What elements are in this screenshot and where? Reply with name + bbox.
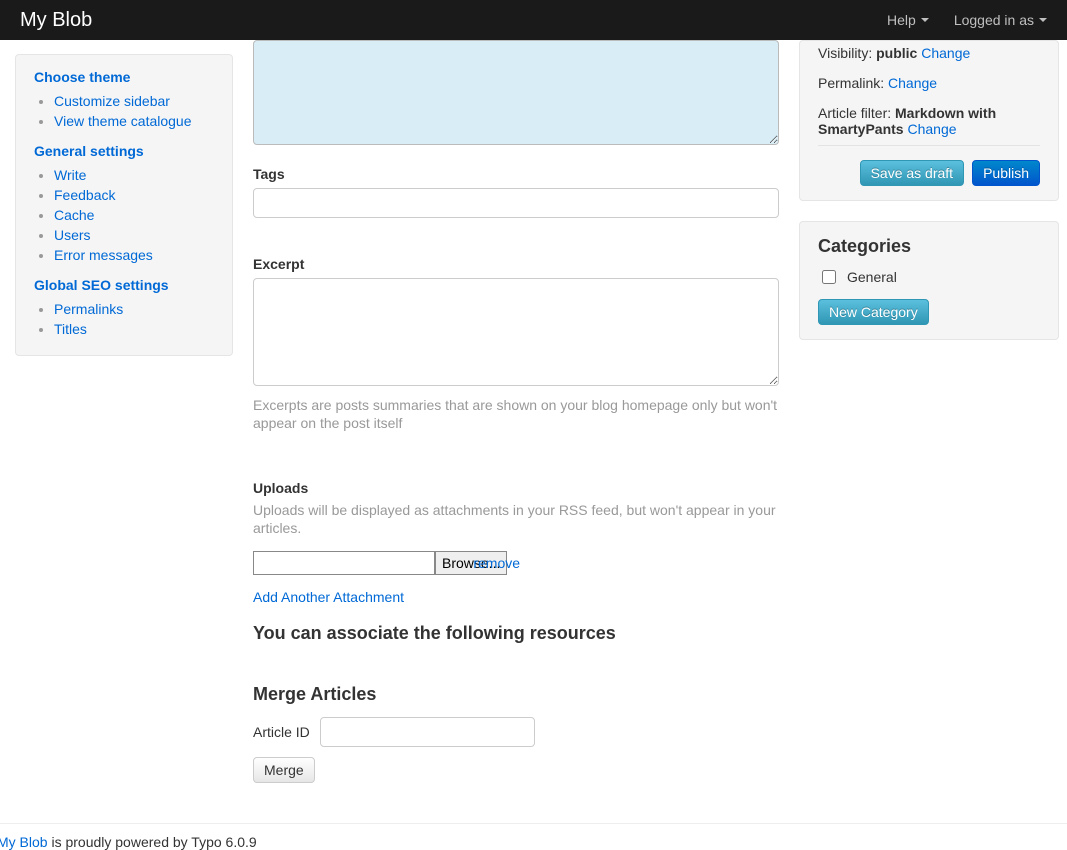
sidebar-link-feedback[interactable]: Feedback (54, 187, 115, 203)
associate-resources-heading: You can associate the following resource… (253, 623, 779, 644)
sidebar-link-cache[interactable]: Cache (54, 207, 94, 223)
sidebar-item: Users (54, 227, 214, 243)
main-editor-column: Tags Excerpt Excerpts are posts summarie… (253, 40, 779, 783)
category-checkbox-general[interactable] (822, 270, 836, 284)
help-label: Help (887, 0, 916, 40)
navheader-theme: Choose theme (34, 69, 214, 85)
article-id-label: Article ID (253, 724, 310, 740)
upload-filename-field[interactable] (253, 551, 435, 575)
categories-heading: Categories (818, 236, 1040, 257)
category-label: General (847, 269, 897, 285)
sidebar-item: Cache (54, 207, 214, 223)
article-filter-label: Article filter: (818, 105, 891, 121)
footer-divider (0, 823, 1067, 824)
excerpt-textarea[interactable] (253, 278, 779, 386)
brand-link[interactable]: My Blob (20, 0, 92, 40)
sidebar-link-error-messages[interactable]: Error messages (54, 247, 153, 263)
categories-panel: Categories General New Category (799, 221, 1059, 340)
sidebar-item: Error messages (54, 247, 214, 263)
sidebar-link-users[interactable]: Users (54, 227, 91, 243)
navheader-seo: Global SEO settings (34, 277, 214, 293)
sidebar-item: View theme catalogue (54, 113, 214, 129)
sidebar-item: Permalinks (54, 301, 214, 317)
right-column: Visibility: public Change Permalink: Cha… (799, 40, 1059, 360)
sidebar-item: Titles (54, 321, 214, 337)
footer-text: is proudly powered by Typo 6.0.9 (48, 834, 257, 850)
publish-panel: Visibility: public Change Permalink: Cha… (799, 40, 1059, 201)
save-draft-button[interactable]: Save as draft (860, 160, 965, 186)
chevron-down-icon (921, 18, 929, 22)
visibility-change-link[interactable]: Change (921, 45, 970, 61)
visibility-value: public (876, 45, 917, 61)
merge-button[interactable]: Merge (253, 757, 315, 783)
tags-input[interactable] (253, 188, 779, 218)
sidebar-item: Feedback (54, 187, 214, 203)
sidebar-link-titles[interactable]: Titles (54, 321, 87, 337)
add-attachment-link[interactable]: Add Another Attachment (253, 589, 404, 605)
top-navbar: My Blob Help Logged in as (0, 0, 1067, 40)
footer-blog-link[interactable]: My Blob (0, 834, 48, 850)
uploads-label: Uploads (253, 480, 779, 496)
sidebar-link-customize-sidebar[interactable]: Customize sidebar (54, 93, 170, 109)
help-menu[interactable]: Help (887, 0, 929, 40)
remove-attachment-link[interactable]: remove (473, 555, 520, 571)
sidebar-item: Customize sidebar (54, 93, 214, 109)
body-editor[interactable] (253, 40, 779, 145)
permalink-label: Permalink: (818, 75, 884, 91)
sidebar-item: Write (54, 167, 214, 183)
new-category-button[interactable]: New Category (818, 299, 929, 325)
logged-in-label: Logged in as (954, 0, 1034, 40)
sidebar-link-write[interactable]: Write (54, 167, 86, 183)
merge-articles-heading: Merge Articles (253, 684, 779, 705)
excerpt-help: Excerpts are posts summaries that are sh… (253, 397, 779, 432)
chevron-down-icon (1039, 18, 1047, 22)
visibility-label: Visibility: (818, 45, 872, 61)
sidebar-link-view-theme-catalogue[interactable]: View theme catalogue (54, 113, 192, 129)
navheader-general: General settings (34, 143, 214, 159)
filter-change-link[interactable]: Change (907, 121, 956, 137)
footer: My Blob is proudly powered by Typo 6.0.9 (0, 834, 1067, 850)
uploads-help: Uploads will be displayed as attachments… (253, 502, 779, 537)
sidebar-link-permalinks[interactable]: Permalinks (54, 301, 123, 317)
excerpt-label: Excerpt (253, 256, 779, 272)
article-id-input[interactable] (320, 717, 535, 747)
tags-label: Tags (253, 166, 779, 182)
sidebar-nav: Choose theme Customize sidebar View them… (15, 54, 233, 356)
publish-button[interactable]: Publish (972, 160, 1040, 186)
category-row-general[interactable]: General (818, 267, 1040, 287)
user-menu[interactable]: Logged in as (954, 0, 1047, 40)
permalink-change-link[interactable]: Change (888, 75, 937, 91)
